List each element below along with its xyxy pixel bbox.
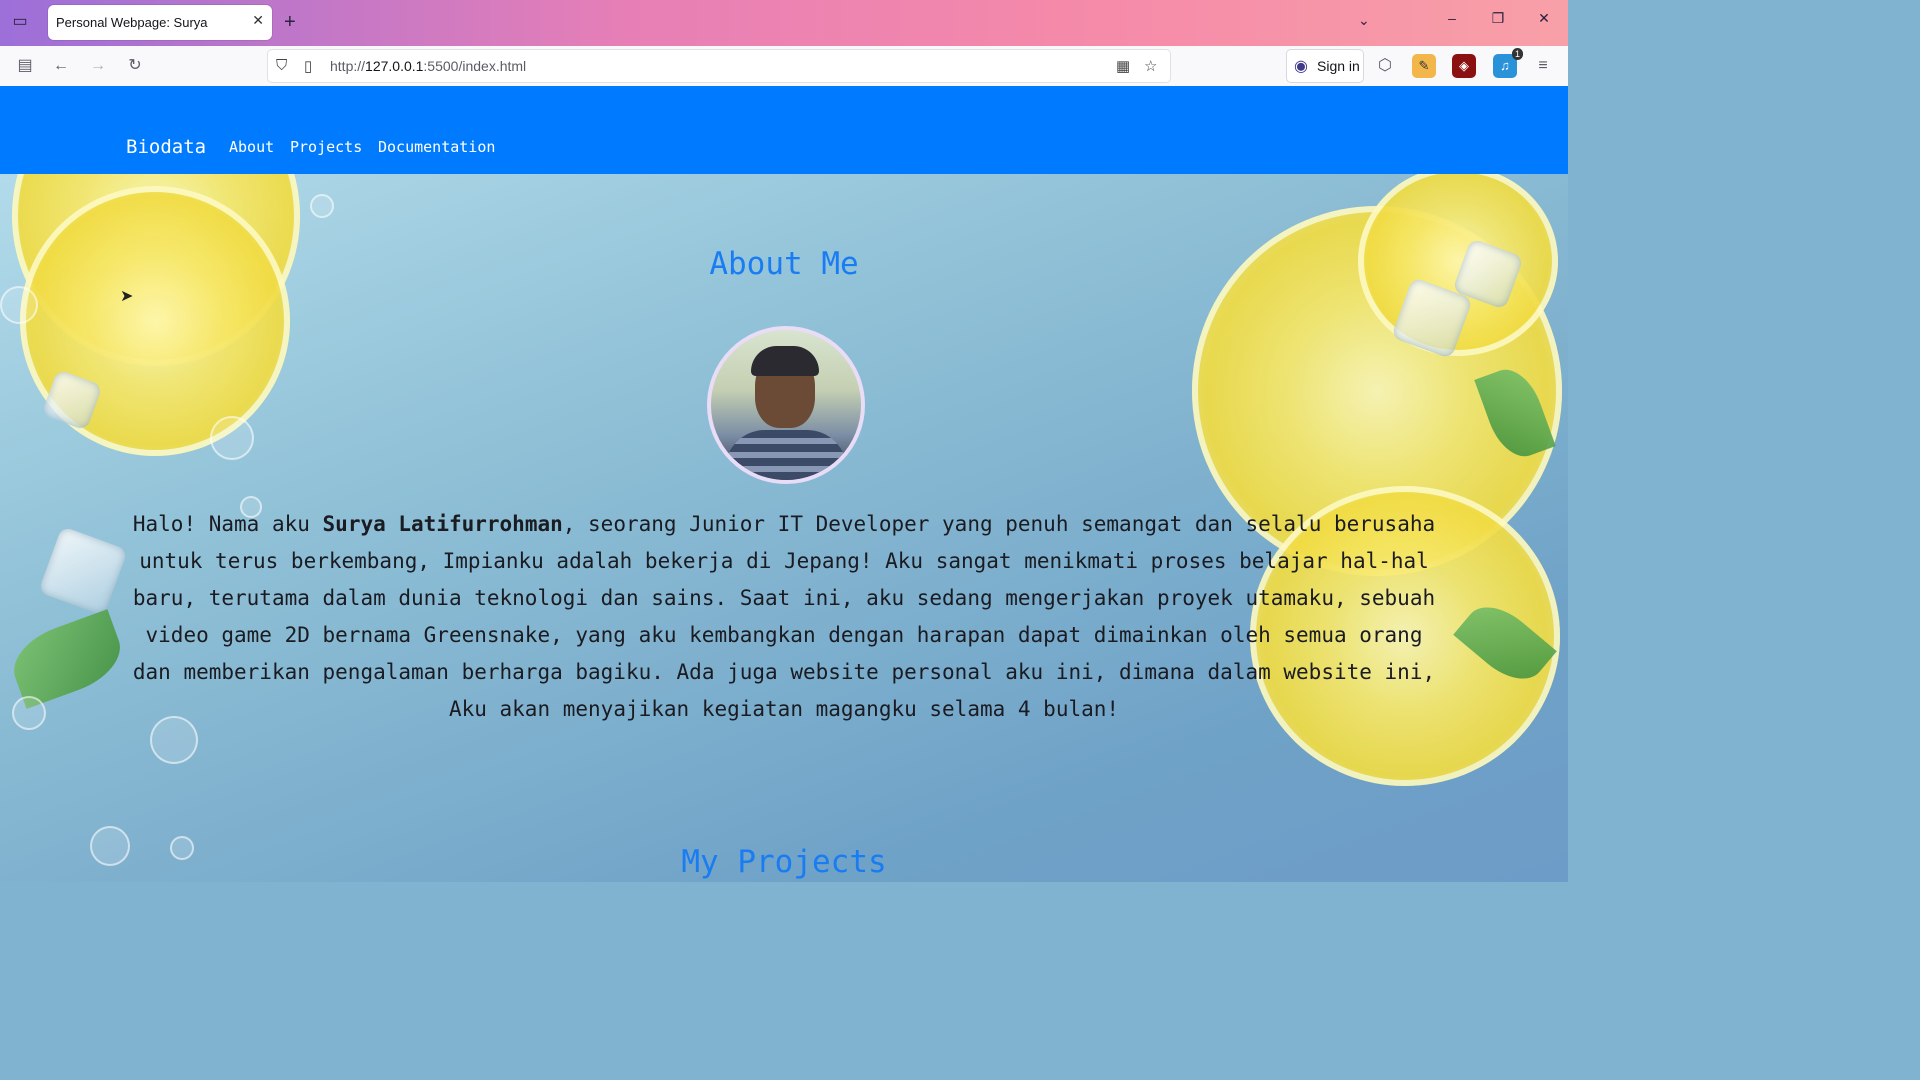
browser-tab[interactable]: Personal Webpage: Surya ✕ bbox=[48, 5, 272, 40]
page-viewport: Biodata About Projects Documentation Abo… bbox=[0, 86, 1568, 882]
nav-link-documentation[interactable]: Documentation bbox=[378, 138, 495, 156]
reader-view-icon[interactable]: ▦ bbox=[1116, 57, 1130, 75]
firefox-view-icon[interactable]: ▭ bbox=[8, 10, 32, 34]
bookmark-star-icon[interactable]: ☆ bbox=[1144, 57, 1157, 75]
page-icon: ▯ bbox=[304, 58, 313, 75]
site-brand[interactable]: Biodata bbox=[126, 136, 206, 158]
extensions-icon[interactable]: ⬡ bbox=[1374, 56, 1396, 76]
url-text[interactable]: http://127.0.0.1:5500/index.html bbox=[330, 58, 526, 74]
extension-icon-2[interactable]: ♫ 1 bbox=[1493, 48, 1523, 78]
bio-name: Surya Latifurrohman bbox=[322, 512, 563, 536]
ice-cube-image bbox=[38, 526, 128, 616]
forward-icon[interactable]: → bbox=[87, 56, 109, 76]
bubble-image bbox=[210, 416, 254, 460]
nav-link-projects[interactable]: Projects bbox=[290, 138, 362, 156]
bubble-image bbox=[12, 696, 46, 730]
account-icon: ◉ bbox=[1294, 58, 1308, 75]
sign-in-button[interactable]: ◉ Sign in bbox=[1287, 50, 1363, 82]
bubble-image bbox=[310, 194, 334, 218]
new-tab-icon[interactable]: + bbox=[284, 10, 296, 34]
mint-leaf-image bbox=[4, 609, 130, 709]
restore-icon[interactable]: ❐ bbox=[1483, 10, 1513, 27]
bubble-image bbox=[0, 286, 38, 324]
minimize-icon[interactable]: – bbox=[1437, 10, 1467, 26]
bio-paragraph: Halo! Nama aku Surya Latifurrohman, seor… bbox=[132, 512, 1436, 721]
tab-title: Personal Webpage: Surya bbox=[56, 15, 208, 30]
url-bar[interactable]: ⛉ ▯ http://127.0.0.1:5500/index.html ▦ ☆ bbox=[268, 50, 1170, 82]
menu-icon[interactable]: ≡ bbox=[1532, 56, 1554, 76]
mouse-cursor-icon: ➤ bbox=[120, 288, 134, 305]
reload-icon[interactable]: ↻ bbox=[124, 56, 146, 76]
projects-title: My Projects bbox=[681, 844, 887, 880]
tab-list-chevron-icon[interactable]: ⌄ bbox=[1358, 12, 1370, 29]
browser-nav-bar: ▤ ← → ↻ ⛉ ▯ http://127.0.0.1:5500/index.… bbox=[0, 46, 1568, 87]
browser-tab-bar: ▭ Personal Webpage: Surya ✕ + ⌄ – ❐ ✕ bbox=[0, 0, 1568, 46]
close-window-icon[interactable]: ✕ bbox=[1529, 10, 1559, 27]
extension-icon-1[interactable]: ✎ bbox=[1412, 54, 1436, 78]
ublock-icon[interactable]: ◈ bbox=[1452, 54, 1476, 78]
about-title: About Me bbox=[709, 246, 859, 282]
back-icon[interactable]: ← bbox=[50, 56, 72, 76]
profile-photo bbox=[707, 326, 865, 484]
sidebar-icon[interactable]: ▤ bbox=[14, 56, 36, 76]
site-navbar: Biodata About Projects Documentation bbox=[0, 86, 1568, 174]
shield-icon[interactable]: ⛉ bbox=[276, 57, 287, 74]
nav-link-about[interactable]: About bbox=[229, 138, 274, 156]
tab-close-icon[interactable]: ✕ bbox=[252, 12, 264, 29]
